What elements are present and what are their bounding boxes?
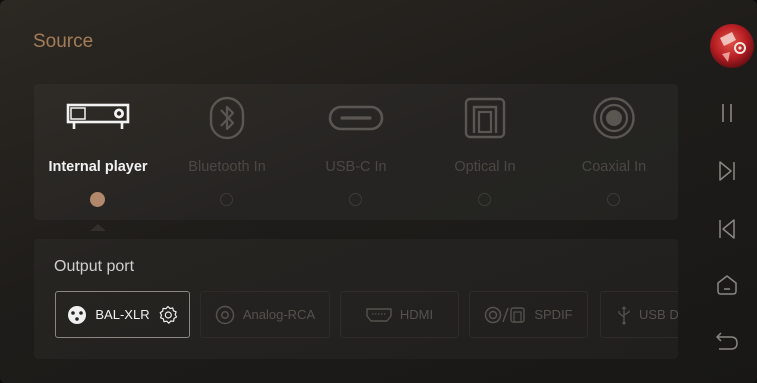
next-track-icon[interactable]: [709, 156, 745, 186]
port-hdmi[interactable]: HDMI: [340, 291, 459, 338]
source-label: Internal player: [48, 159, 148, 175]
hdmi-icon: [366, 307, 392, 322]
source-bluetooth[interactable]: Bluetooth In: [163, 84, 291, 220]
optical-icon: [421, 96, 549, 140]
port-label: BAL-XLR: [95, 307, 150, 322]
output-port-title: Output port: [54, 258, 135, 275]
port-bal-xlr[interactable]: BAL-XLR: [55, 291, 190, 338]
source-label: USB-C In: [325, 159, 387, 175]
source-radio[interactable]: [607, 193, 620, 206]
pause-icon[interactable]: [709, 98, 745, 128]
source-optical[interactable]: Optical In: [421, 84, 549, 220]
usb-c-icon: [292, 96, 420, 140]
source-usb-c[interactable]: USB-C In: [292, 84, 420, 220]
source-panel: Internal player Bluetooth In USB-C In Op…: [34, 84, 678, 220]
source-label: Optical In: [454, 159, 516, 175]
bluetooth-icon: [163, 96, 291, 140]
home-icon[interactable]: [709, 270, 745, 300]
source-coaxial[interactable]: Coaxial In: [550, 84, 678, 220]
usb-icon: [617, 305, 631, 325]
selection-pointer: [90, 224, 106, 231]
port-label: SPDIF: [534, 307, 573, 322]
back-icon[interactable]: [709, 326, 745, 356]
source-internal-player[interactable]: Internal player: [34, 84, 162, 220]
output-panel: Output port BAL-XLR Analog-RCA HDMI SPDI…: [34, 239, 678, 359]
port-label: USB D: [639, 307, 678, 322]
port-label: Analog-RCA: [242, 307, 316, 322]
coaxial-icon: [550, 96, 678, 140]
previous-track-icon[interactable]: [709, 214, 745, 244]
source-radio[interactable]: [220, 193, 233, 206]
port-usb-d[interactable]: USB D: [600, 291, 678, 338]
port-spdif[interactable]: SPDIF: [469, 291, 588, 338]
source-radio[interactable]: [349, 193, 362, 206]
source-radio[interactable]: [478, 193, 491, 206]
source-radio[interactable]: [90, 192, 105, 207]
source-label: Coaxial In: [581, 159, 647, 175]
source-label: Bluetooth In: [188, 159, 266, 175]
spdif-icon: [484, 306, 526, 324]
screen: Source Internal player Bluetooth In USB-…: [0, 0, 757, 383]
port-label: HDMI: [399, 307, 434, 322]
page-title: Source: [33, 31, 94, 52]
rca-icon: [215, 305, 235, 325]
internal-player-icon: [34, 96, 162, 140]
port-analog-rca[interactable]: Analog-RCA: [200, 291, 330, 338]
xlr-icon: [67, 305, 87, 325]
gear-icon[interactable]: [158, 305, 178, 325]
album-art-avatar[interactable]: [710, 24, 754, 68]
